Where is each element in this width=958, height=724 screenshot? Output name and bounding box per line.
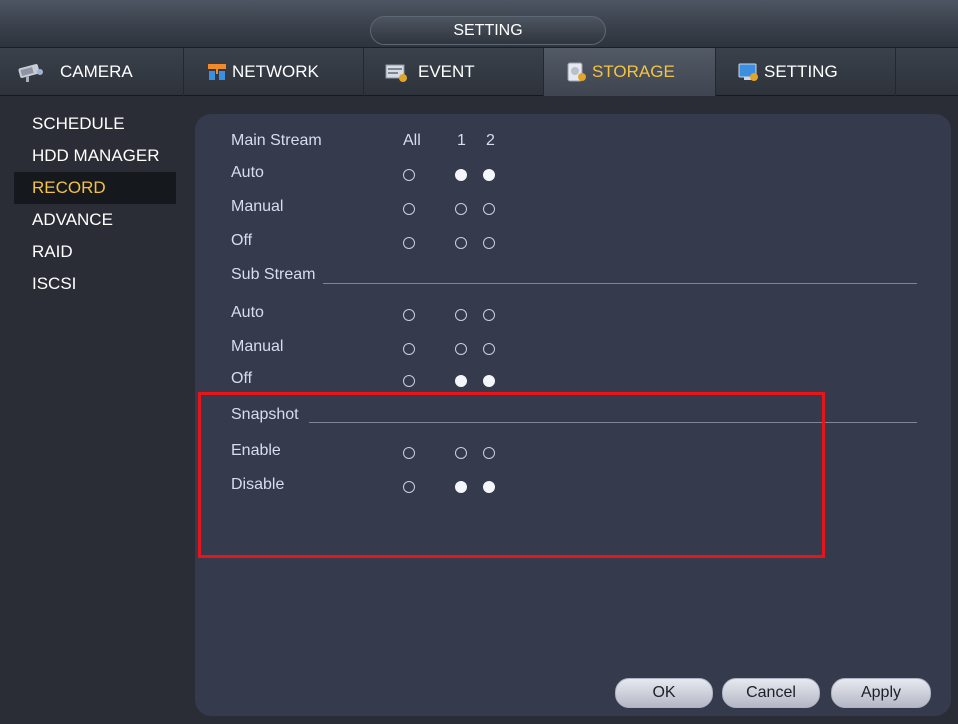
radio-all[interactable] <box>403 375 415 387</box>
column-1-label: 1 <box>457 132 466 149</box>
tab-camera[interactable]: CAMERA <box>0 48 184 96</box>
cancel-button[interactable]: Cancel <box>722 678 820 708</box>
tab-network[interactable]: NETWORK <box>184 48 364 96</box>
column-2-label: 2 <box>486 132 495 149</box>
setting-icon <box>738 61 760 83</box>
tab-event[interactable]: EVENT <box>364 48 544 96</box>
tab-setting-label: SETTING <box>764 62 838 81</box>
radio-channel-1[interactable] <box>455 169 467 181</box>
sub-stream-label: Sub Stream <box>231 266 316 283</box>
camera-icon <box>18 61 44 83</box>
radio-all[interactable] <box>403 169 415 181</box>
radio-channel-2[interactable] <box>483 375 495 387</box>
apply-button[interactable]: Apply <box>831 678 931 708</box>
radio-channel-1[interactable] <box>455 375 467 387</box>
tab-storage-label: STORAGE <box>592 62 675 81</box>
row-label: Auto <box>231 164 264 181</box>
network-icon <box>206 61 228 83</box>
section-divider <box>323 283 917 284</box>
tab-setting[interactable]: SETTING <box>716 48 896 96</box>
row-label: Off <box>231 232 253 249</box>
radio-channel-2[interactable] <box>483 309 495 321</box>
radio-channel-1[interactable] <box>455 309 467 321</box>
radio-channel-2[interactable] <box>483 343 495 355</box>
title-bar: SETTING <box>0 0 958 48</box>
sidebar-item-advance[interactable]: ADVANCE <box>14 204 176 236</box>
ok-button[interactable]: OK <box>615 678 713 708</box>
sidebar-item-schedule[interactable]: SCHEDULE <box>14 108 176 140</box>
radio-channel-1[interactable] <box>455 343 467 355</box>
row-label: Off <box>231 370 253 387</box>
main-tabs: CAMERA NETWORK EVENT STORAGE SETTING <box>0 48 958 96</box>
radio-all[interactable] <box>403 203 415 215</box>
tab-camera-label: CAMERA <box>60 62 133 81</box>
radio-channel-1[interactable] <box>455 237 467 249</box>
sidebar-item-record[interactable]: RECORD <box>14 172 176 204</box>
tab-network-label: NETWORK <box>232 62 319 81</box>
snapshot-highlight-box <box>198 392 825 558</box>
event-icon <box>384 61 407 83</box>
radio-channel-2[interactable] <box>483 203 495 215</box>
window-title: SETTING <box>370 16 606 45</box>
row-label: Manual <box>231 198 284 215</box>
tab-storage[interactable]: STORAGE <box>544 48 716 96</box>
column-all-label: All <box>403 132 421 149</box>
radio-all[interactable] <box>403 343 415 355</box>
radio-all[interactable] <box>403 309 415 321</box>
sidebar-item-raid[interactable]: RAID <box>14 236 176 268</box>
row-label: Manual <box>231 338 284 355</box>
tab-event-label: EVENT <box>418 62 475 81</box>
sidebar-item-iscsi[interactable]: ISCSI <box>14 268 176 300</box>
main-stream-label: Main Stream <box>231 132 322 149</box>
storage-icon <box>566 61 588 83</box>
sidebar: SCHEDULE HDD MANAGER RECORD ADVANCE RAID… <box>14 108 176 300</box>
radio-channel-1[interactable] <box>455 203 467 215</box>
radio-channel-2[interactable] <box>483 237 495 249</box>
row-label: Auto <box>231 304 264 321</box>
radio-all[interactable] <box>403 237 415 249</box>
radio-channel-2[interactable] <box>483 169 495 181</box>
sidebar-item-hdd-manager[interactable]: HDD MANAGER <box>14 140 176 172</box>
